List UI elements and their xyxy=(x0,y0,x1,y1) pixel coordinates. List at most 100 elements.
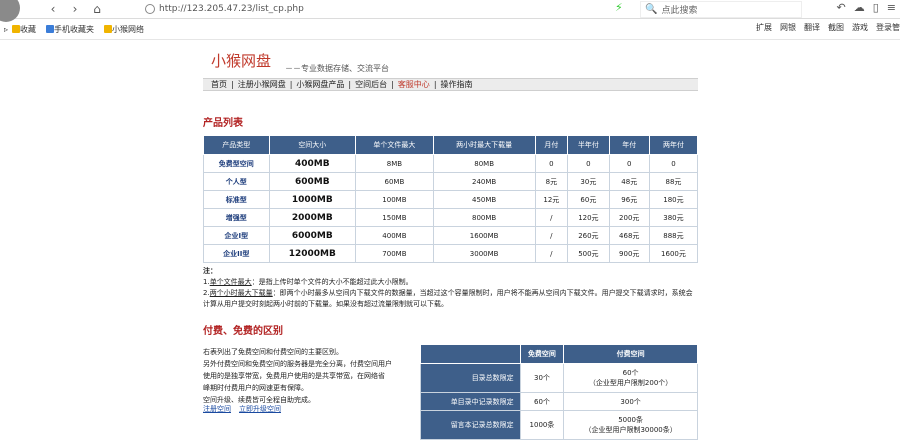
table-cell: 700MB xyxy=(355,244,434,263)
register-link[interactable]: 注册空间 xyxy=(203,404,231,414)
table-row: 企业I型 6000MB 400MB 1600MB/260元 468元 888元 xyxy=(203,226,699,245)
menu-item[interactable]: 客服中心 xyxy=(398,79,430,90)
table-cell: 个人型 xyxy=(203,172,270,191)
table-cell: 500元 xyxy=(567,244,610,263)
table-row: 单目录中记录数限定 60个 300个 xyxy=(420,392,698,411)
undo-icon[interactable]: ↶ xyxy=(837,1,846,14)
compare-links: 注册空间 立即升级空间 xyxy=(203,404,281,414)
toolbar-menu-item[interactable]: 网银 xyxy=(780,22,796,33)
toolbar-menu-item[interactable]: 游戏 xyxy=(852,22,868,33)
table-cell: 600MB xyxy=(268,172,357,191)
column-header: 单个文件最大 xyxy=(355,135,434,155)
table-row: 目录总数限定 30个 60个 （企业型用户限制200个） xyxy=(420,363,698,393)
table-cell: 900元 xyxy=(608,244,650,263)
home-icon[interactable]: ⌂ xyxy=(89,1,105,17)
upgrade-link[interactable]: 立即升级空间 xyxy=(239,404,281,414)
back-icon[interactable]: ‹ xyxy=(45,1,61,17)
table-cell: 260元 xyxy=(567,226,610,245)
table-cell: 468元 xyxy=(608,226,650,245)
notes-section: 注： 1.单个文件最大：是指上传时单个文件的大小不能超过此大小限制。 2.两个小… xyxy=(203,266,698,310)
table-cell: 888元 xyxy=(648,226,699,245)
table-cell: 60个 （企业型用户限制200个） xyxy=(563,363,698,393)
table-cell: 800MB xyxy=(432,208,536,227)
table-cell: 0 xyxy=(534,154,569,173)
row-label: 留言本记录总数限定 xyxy=(420,410,521,440)
column-header: 月付 xyxy=(534,135,569,155)
column-header: 免费空间 xyxy=(519,344,565,364)
menu-item[interactable]: 注册小猴网盘 xyxy=(238,79,286,90)
table-row: 免费型空间 400MB 8MB 80MB 0 0 0 0 xyxy=(203,154,699,173)
bookmark-item[interactable]: 小猴网络 xyxy=(104,24,144,35)
column-header: 年付 xyxy=(608,135,650,155)
table-cell: 2000MB xyxy=(268,208,357,227)
table-cell: 150MB xyxy=(355,208,434,227)
table-cell: 400MB xyxy=(268,154,357,173)
column-header: 付费空间 xyxy=(563,344,698,364)
cloud-icon[interactable]: ☁ xyxy=(854,1,865,14)
table-cell: 标准型 xyxy=(203,190,270,209)
site-logo[interactable]: 小猴网盘 xyxy=(211,50,271,71)
table-cell: 400MB xyxy=(355,226,434,245)
description-line: 峰期时付费用户的网速更有保障。 xyxy=(203,384,308,392)
table-cell: 0 xyxy=(567,154,610,173)
note-text: ：即两个小时最多从空间内下载文件的数据量，当超过这个容量限制时，用户将不能再从空… xyxy=(203,289,693,308)
toolbar-menu-item[interactable]: 截图 xyxy=(828,22,844,33)
bookmark-item[interactable]: 手机收藏夹 xyxy=(46,24,94,35)
note-term: 两个小时最大下载量 xyxy=(209,289,273,297)
table-cell: / xyxy=(534,244,569,263)
forward-icon[interactable]: › xyxy=(67,1,83,17)
menu-item[interactable]: 操作指南 xyxy=(441,79,473,90)
menu-item[interactable]: 空间后台 xyxy=(355,79,387,90)
toolbar-menu-item[interactable]: 翻译 xyxy=(804,22,820,33)
table-cell: 100MB xyxy=(355,190,434,209)
menu-icon[interactable]: ≡ xyxy=(887,1,896,14)
bookmark-item[interactable]: 收藏 xyxy=(12,24,36,35)
globe-icon xyxy=(145,4,155,14)
column-header: 产品类型 xyxy=(203,135,270,155)
compare-description: 右表列出了免费空间和付费空间的主要区别。 另外付费空间和免费空间的服务器是完全分离… xyxy=(203,346,418,406)
table-cell: 450MB xyxy=(432,190,536,209)
table-cell: 8元 xyxy=(534,172,569,191)
address-bar[interactable]: http://123.205.47.23/list_cp.php xyxy=(145,2,615,16)
search-box[interactable]: 🔍 点此搜索 xyxy=(640,1,802,18)
menu-divider: | xyxy=(289,80,293,89)
compare-table: 免费空间 付费空间 目录总数限定 30个 60个 （企业型用户限制200个） 单目录中记录… xyxy=(420,344,698,440)
table-cell: 60MB xyxy=(355,172,434,191)
table-cell: 1000条 xyxy=(519,410,565,440)
table-cell: 12元 xyxy=(534,190,569,209)
table-cell: 80MB xyxy=(432,154,536,173)
note-term: 单个文件最大 xyxy=(209,278,252,286)
site-slogan: －－专业数据存储、交流平台 xyxy=(285,64,389,73)
table-row: 增强型 2000MB 150MB 800MB/120元 200元 380元 xyxy=(203,208,699,227)
table-cell: 5000条 （企业型用户限制30000条） xyxy=(563,410,698,440)
table-cell: 12000MB xyxy=(268,244,357,263)
notes-title: 注： xyxy=(203,267,217,275)
menu-divider: | xyxy=(348,80,352,89)
lightning-icon[interactable]: ⚡ xyxy=(615,1,623,14)
table-cell: 180元 xyxy=(648,190,699,209)
toolbar-menu-item[interactable]: 扩展 xyxy=(756,22,772,33)
table-cell: 200元 xyxy=(608,208,650,227)
table-cell: 380元 xyxy=(648,208,699,227)
table-cell: 增强型 xyxy=(203,208,270,227)
product-table: 产品类型 空间大小 单个文件最大 两小时最大下载量 月付 半年付 年付 两年付 免费型空间 40… xyxy=(203,135,699,263)
description-line: 使用的是独享带宽，免费用户使用的是共享带宽，在网络省 xyxy=(203,372,385,380)
site-menu: 首页 | 注册小猴网盘 | 小猴网盘产品 | 空间后台 | 客服中心 | 操作指南 xyxy=(203,78,698,91)
menu-item[interactable]: 小猴网盘产品 xyxy=(296,79,344,90)
table-cell: 0 xyxy=(608,154,650,173)
table-cell: 6000MB xyxy=(268,226,357,245)
url-text: http://123.205.47.23/list_cp.php xyxy=(159,4,304,14)
table-row: 标准型 1000MB 100MB 450MB 12元 60元 96元 180元 xyxy=(203,190,699,209)
row-label: 单目录中记录数限定 xyxy=(420,392,521,411)
table-cell: 96元 xyxy=(608,190,650,209)
column-header: 两年付 xyxy=(648,135,699,155)
table-cell: / xyxy=(534,226,569,245)
tab-icon[interactable]: ▯ xyxy=(873,1,879,14)
table-cell: 60元 xyxy=(567,190,610,209)
toolbar-menu-item[interactable]: 登录管 xyxy=(876,22,900,33)
menu-item[interactable]: 首页 xyxy=(211,79,227,90)
table-cell: 300个 xyxy=(563,392,698,411)
column-header xyxy=(420,344,521,364)
collapse-icon[interactable]: ▹ xyxy=(4,25,8,34)
column-header: 空间大小 xyxy=(268,135,357,155)
